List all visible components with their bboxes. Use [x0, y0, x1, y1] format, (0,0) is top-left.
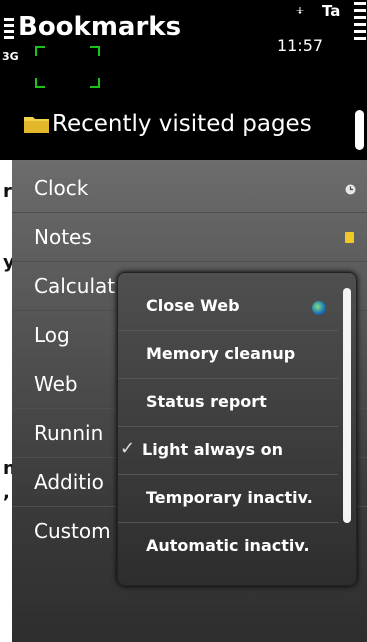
submenu-item-label: Temporary inactiv. [146, 488, 313, 507]
page-title: Bookmarks [18, 12, 182, 42]
menu-item-label: Clock [34, 176, 89, 200]
background-page-strip [0, 160, 12, 642]
background-text-fragment: r [3, 181, 12, 202]
submenu-item-label: Memory cleanup [146, 344, 296, 363]
clock-time: 11:57 [277, 36, 324, 55]
menu-item-label: Calculat [34, 274, 116, 298]
menu-item-label: Additio [34, 470, 104, 494]
focus-corner-icon [90, 78, 100, 88]
clock-icon [345, 184, 356, 195]
phone-screen: Bookmarks 3G ⨨ Ta 11:57 Recently visited… [0, 0, 367, 642]
menu-item-label: Log [34, 323, 70, 347]
folder-icon [24, 117, 49, 133]
menu-item-label: Notes [34, 225, 92, 249]
menu-item-label: Custom [34, 519, 111, 543]
usb-icon: ⨨ [296, 2, 304, 18]
submenu-item-label: Automatic inactiv. [146, 536, 310, 555]
background-text-fragment: , [3, 482, 10, 503]
focus-corner-icon [90, 46, 100, 56]
submenu-scrollbar[interactable] [343, 288, 351, 523]
network-type-label: 3G [2, 50, 19, 63]
menu-item-label: Web [34, 372, 78, 396]
focus-corner-icon [35, 46, 45, 56]
submenu-item-memory-cleanup[interactable]: Memory cleanup [118, 330, 338, 379]
submenu-item-temporary-inactive[interactable]: Temporary inactiv. [118, 474, 338, 523]
notes-icon [345, 232, 354, 243]
signal-strength-icon [4, 18, 14, 44]
focus-corner-icon [35, 78, 45, 88]
globe-icon [312, 301, 326, 315]
menu-item-notes[interactable]: Notes [12, 213, 367, 262]
submenu-item-status-report[interactable]: Status report [118, 378, 338, 427]
checkmark-icon: ✓ [120, 438, 136, 459]
battery-icon [354, 2, 366, 42]
submenu-item-light-always-on[interactable]: ✓ Light always on [118, 426, 338, 475]
scrollbar[interactable] [355, 110, 364, 150]
submenu-item-close-web[interactable]: Close Web [118, 282, 338, 331]
submenu-item-automatic-inactive[interactable]: Automatic inactiv. [118, 522, 338, 570]
menu-item-clock[interactable]: Clock [12, 164, 367, 213]
submenu-item-label: Light always on [142, 440, 284, 459]
submenu-item-label: Status report [146, 392, 267, 411]
list-item-label: Recently visited pages [52, 111, 312, 137]
operator-label: Ta [322, 2, 341, 20]
menu-item-label: Runnin [34, 421, 104, 445]
submenu-item-label: Close Web [146, 296, 240, 315]
